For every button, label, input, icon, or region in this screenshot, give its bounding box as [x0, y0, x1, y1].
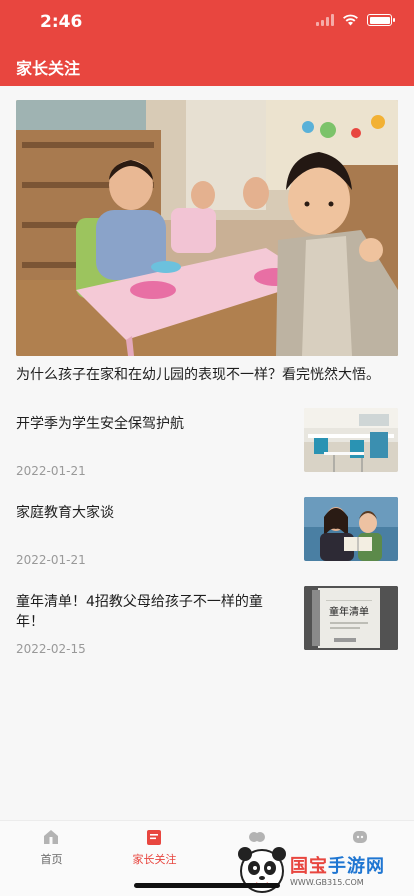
- tab-label: 首页: [40, 853, 63, 866]
- page-title: 家长关注: [16, 59, 81, 78]
- news-thumbnail: [304, 408, 398, 472]
- news-item[interactable]: 开学季为学生安全保驾护航 2022-01-21: [0, 408, 414, 484]
- profile-icon: [351, 828, 369, 846]
- hero-image[interactable]: [16, 100, 398, 356]
- battery-icon: [367, 14, 395, 26]
- chat-icon: [248, 828, 266, 846]
- news-thumbnail: [304, 497, 398, 561]
- news-item[interactable]: 家庭教育大家谈 2022-01-21: [0, 497, 414, 573]
- news-date: 2022-01-21: [16, 553, 86, 567]
- tab-parent-focus[interactable]: 家长关注: [103, 821, 206, 881]
- bookmark-icon: [145, 828, 163, 846]
- news-date: 2022-01-21: [16, 464, 86, 478]
- wifi-icon: [342, 14, 359, 26]
- book-title-text: 童年清单: [329, 605, 369, 618]
- status-bar: 2:46: [0, 0, 414, 46]
- news-date: 2022-02-15: [16, 642, 86, 656]
- status-time: 2:46: [40, 12, 83, 32]
- news-item[interactable]: 童年清单！4招教父母给孩子不一样的童年！ 2022-02-15 童年清单: [0, 586, 414, 662]
- tab-label: 家长关注: [132, 853, 177, 866]
- watermark-url: WWW.GB315.COM: [290, 878, 364, 887]
- news-title: 家庭教育大家谈: [16, 505, 114, 521]
- news-title: 开学季为学生安全保驾护航: [16, 416, 184, 432]
- status-icons: [316, 14, 395, 26]
- tab-home[interactable]: 首页: [0, 821, 103, 881]
- news-thumbnail: 童年清单: [304, 586, 398, 650]
- app-header: 2:46 家长关注: [0, 0, 414, 86]
- watermark-brand: 国宝手游网: [290, 856, 385, 877]
- hero-title[interactable]: 为什么孩子在家和在幼儿园的表现不一样？看完恍然大悟。: [16, 365, 398, 385]
- signal-icon: [316, 14, 334, 26]
- home-icon: [42, 828, 60, 846]
- news-title: 童年清单！4招教父母给孩子不一样的童年！: [16, 594, 263, 630]
- home-indicator: [134, 883, 280, 888]
